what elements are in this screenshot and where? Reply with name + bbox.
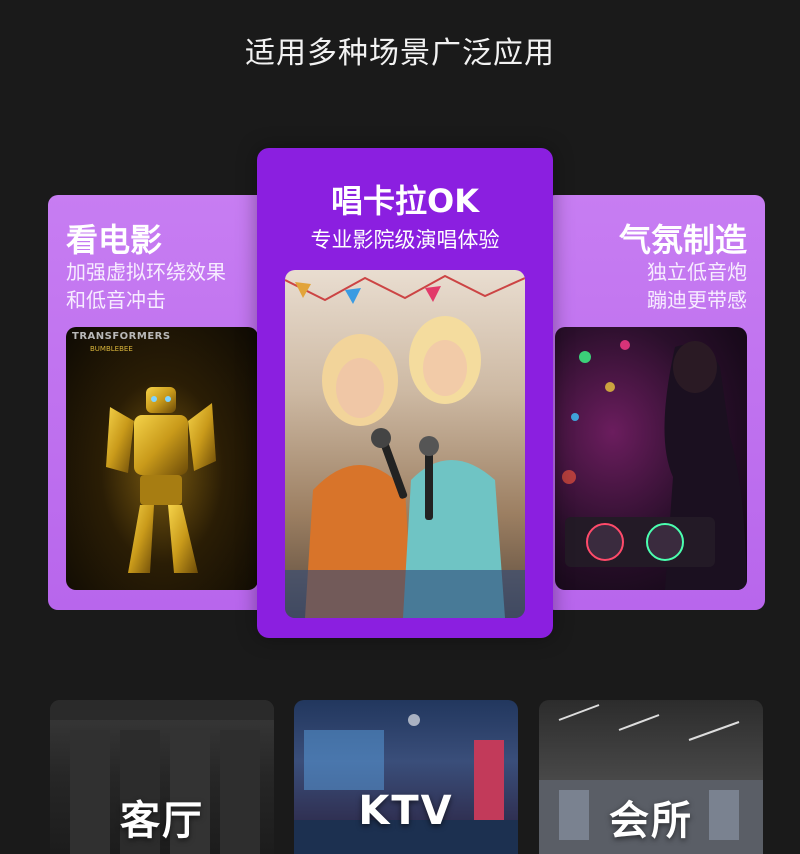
scene-ktv[interactable]: KTV [294,700,518,854]
dj-party-image [555,327,747,590]
karaoke-card-title: 唱卡拉OK [330,182,479,220]
atmosphere-desc-line1: 独立低音炮 [647,260,747,284]
movie-card-title: 看电影 [66,221,163,259]
robot-illustration [106,387,216,573]
scene-label-ktv: KTV [358,788,454,834]
karaoke-illustration [285,274,525,618]
movie-desc-line2: 和低音冲击 [66,288,166,312]
scene-label-living-room: 客厅 [120,798,204,844]
page-title: 适用多种场景广泛应用 [245,36,555,71]
atmosphere-card[interactable]: 气氛制造 独立低音炮 蹦迪更带感 [545,195,765,610]
atmosphere-card-title: 气氛制造 [618,221,747,259]
scene-club[interactable]: 会所 [539,700,763,854]
movie-card-desc: 加强虚拟环绕效果 和低音冲击 [66,258,226,314]
movie-card[interactable]: 看电影 加强虚拟环绕效果 和低音冲击 TRANSFORMERS BUMBLEBE… [48,195,268,610]
atmosphere-desc-line2: 蹦迪更带感 [647,288,747,312]
scene-label-club: 会所 [609,798,693,844]
dj-illustration [562,340,747,590]
atmosphere-card-desc: 独立低音炮 蹦迪更带感 [647,258,747,314]
movie-desc-line1: 加强虚拟环绕效果 [66,260,226,284]
poster-subtitle: BUMBLEBEE [90,345,133,353]
karaoke-singers-image [285,270,525,618]
poster-title: TRANSFORMERS [72,331,171,342]
scene-living-room[interactable]: 客厅 [50,700,274,854]
karaoke-card-desc: 专业影院级演唱体验 [310,228,500,252]
movie-poster-image: TRANSFORMERS BUMBLEBEE [66,327,258,590]
karaoke-card[interactable]: 唱卡拉OK 专业影院级演唱体验 [257,148,553,638]
